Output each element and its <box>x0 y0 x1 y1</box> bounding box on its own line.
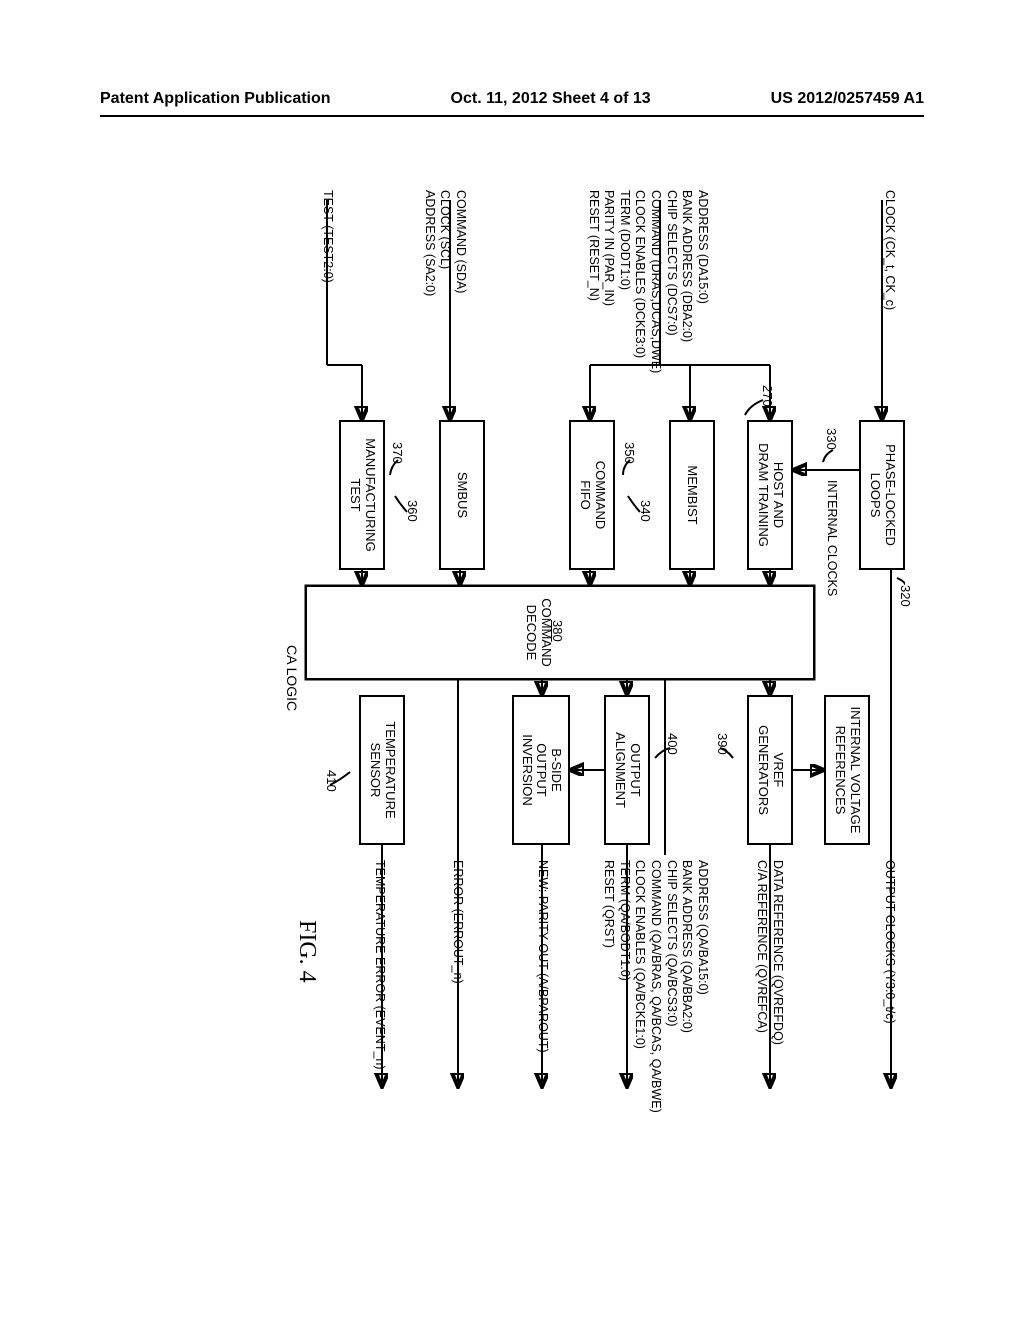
input-clock: CLOCK (CK_t, CK_c) <box>881 190 897 310</box>
block-bside: B-SIDE OUTPUT INVERSION <box>512 695 570 845</box>
ref-360: 360 <box>405 500 420 522</box>
block-pll: PHASE-LOCKED LOOPS <box>859 420 905 570</box>
cmddecode-label: COMMAND DECODE <box>523 598 553 667</box>
output-temp: TEMPERATURE ERROR (EVENT_n) <box>371 860 387 1070</box>
block-tempsensor: TEMPERATURE SENSOR <box>359 695 405 845</box>
header-left: Patent Application Publication <box>100 90 331 108</box>
output-error: ERROR (ERROUT_n) <box>449 860 465 984</box>
ref-320: 320 <box>898 585 913 607</box>
block-ivr: INTERNAL VOLTAGE REFERENCES <box>824 695 870 845</box>
ref-270: 270 <box>760 385 775 407</box>
page: Patent Application Publication Oct. 11, … <box>0 0 1024 1320</box>
diagram-wrap: CLOCK (CK_t, CK_c) ADDRESS (DA15:0) BANK… <box>60 245 960 1035</box>
label-internal-clocks: INTERNAL CLOCKS <box>823 480 839 596</box>
block-membist: MEMBIST <box>669 420 715 570</box>
input-test: TEST (TEST2:0) <box>319 190 335 283</box>
ref-340: 340 <box>638 500 653 522</box>
block-mfgtest: MANUFACTURING TEST <box>339 420 385 570</box>
ref-400: 400 <box>665 733 680 755</box>
output-clocks: OUTPUT CLOCKS (Y3:0_t/c) <box>881 860 897 1024</box>
ref-350: 350 <box>622 442 637 464</box>
ref-410: 410 <box>324 770 339 792</box>
block-outalign: OUTPUT ALIGNMENT <box>604 695 650 845</box>
header-center: Oct. 11, 2012 Sheet 4 of 13 <box>451 90 651 108</box>
ref-370: 370 <box>390 442 405 464</box>
output-parity: NEW: PARITY OUT (A/BPAROUT) <box>534 860 550 1053</box>
output-vref: DATA REFERENCE (QVREFDQ) C/A REFERENCE (… <box>754 860 785 1045</box>
label-calogic: CA LOGIC <box>284 645 300 711</box>
block-vrefgen: VREF GENERATORS <box>747 695 793 845</box>
diagram: CLOCK (CK_t, CK_c) ADDRESS (DA15:0) BANK… <box>115 190 905 1090</box>
header-rule <box>100 115 924 117</box>
figure-label: FIG. 4 <box>293 920 320 983</box>
block-host: HOST AND DRAM TRAINING <box>747 420 793 570</box>
block-cmdfifo: COMMAND FIFO <box>569 420 615 570</box>
block-smbus: SMBUS <box>439 420 485 570</box>
ref-390: 390 <box>715 733 730 755</box>
ref-330: 330 <box>824 428 839 450</box>
input-ca-group: ADDRESS (DA15:0) BANK ADDRESS (DBA2:0) C… <box>585 190 710 373</box>
output-ca: ADDRESS (QA/BA15:0) BANK ADDRESS (QA/BBA… <box>601 860 710 1113</box>
page-header: Patent Application Publication Oct. 11, … <box>100 90 924 108</box>
input-smbus-group: COMMAND (SDA) CLOCK (SCL) ADDRESS (SA2:0… <box>421 190 468 296</box>
header-right: US 2012/0257459 A1 <box>771 90 924 108</box>
ref-380: 380 <box>550 620 565 642</box>
